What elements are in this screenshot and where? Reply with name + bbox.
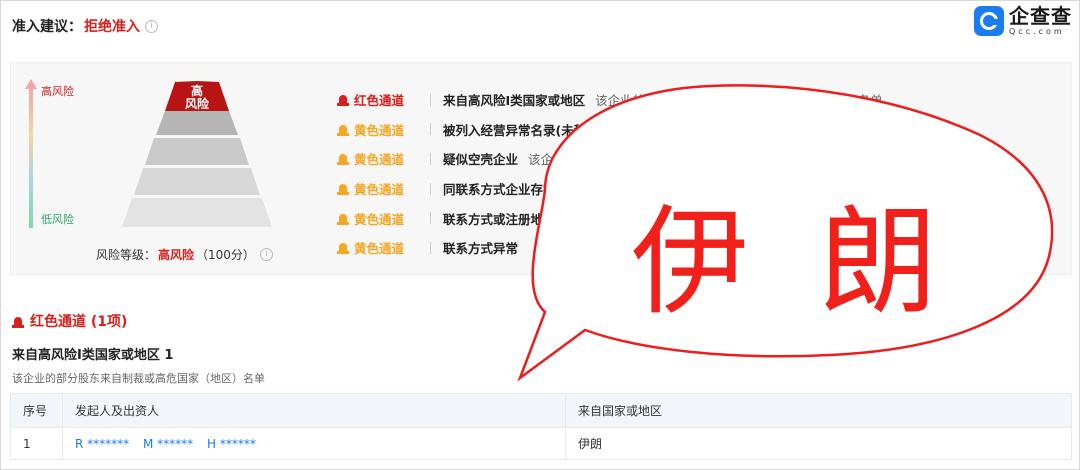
channel-title: 联系方式异常	[443, 241, 519, 257]
alarm-icon	[337, 123, 349, 136]
pyramid-level-4	[134, 168, 260, 195]
access-advice: 准入建议： 拒绝准入 i	[12, 16, 158, 36]
alarm-icon	[12, 315, 24, 328]
shareholder-table: 序号 发起人及出资人 来自国家或地区 1 R ******* M ****** …	[10, 393, 1072, 460]
channel-title: 联系方式或注册地	[443, 211, 544, 227]
risk-panel: 高风险 低风险 高 风险 风险等级： 高风险 （100分） i 红色通道 来自高…	[10, 62, 1072, 275]
channel-title: 来自高风险I类国家或地区	[443, 93, 586, 109]
person-link[interactable]: M ******	[143, 437, 193, 451]
scale-high-label: 高风险	[41, 85, 74, 98]
row-region: 伊朗	[565, 427, 1072, 460]
access-advice-value: 拒绝准入	[84, 19, 140, 35]
column-header: 来自国家或地区	[565, 393, 1072, 428]
channel-name: 黄色通道	[354, 211, 405, 227]
row-index: 1	[10, 427, 63, 460]
pyramid-level-2	[156, 111, 238, 135]
channel-name: 黄色通道	[354, 241, 405, 257]
section-sub-desc: 该企业的部分股东来自制裁或高危国家（地区）名单	[12, 372, 265, 385]
alarm-icon	[337, 152, 349, 166]
channel-item[interactable]: 黄色通道 联系方式异常	[337, 233, 883, 263]
access-advice-label: 准入建议：	[12, 19, 82, 35]
pyramid-level-5	[122, 198, 272, 227]
risk-level-value: 高风险	[158, 248, 195, 262]
channel-title: 同联系方式企业存在	[443, 182, 556, 198]
channel-item[interactable]: 红色通道 来自高风险I类国家或地区 该企业的部分股东来自制裁或高危国家（地区）名…	[337, 85, 883, 115]
channel-name: 黄色通道	[354, 182, 405, 198]
alarm-icon	[337, 93, 349, 107]
channel-desc: 该企业被列	[614, 122, 677, 138]
channel-title: 疑似空壳企业	[443, 152, 519, 168]
table-row: 1 R ******* M ****** H ****** 伊朗	[10, 427, 1072, 460]
alarm-icon	[337, 182, 349, 196]
alarm-icon	[337, 212, 349, 225]
person-link[interactable]: H ******	[207, 437, 256, 451]
column-header: 发起人及出资人	[62, 393, 566, 428]
qcc-logo[interactable]: 企查查 Qcc.com	[974, 5, 1072, 37]
qcc-logo-icon	[974, 6, 1004, 36]
channel-desc: 该企业存在7	[528, 152, 599, 168]
info-icon[interactable]: i	[259, 248, 273, 261]
section-sub-title: 来自高风险I类国家或地区 1	[12, 348, 174, 363]
section-heading-text: 红色通道 (1项)	[30, 314, 128, 330]
scale-low-label: 低风险	[41, 213, 74, 226]
risk-level-label: 风险等级：	[96, 248, 157, 262]
channel-name: 黄色通道	[354, 152, 405, 168]
pyramid-level-3	[145, 138, 249, 165]
channel-desc: 该企业的部分股东来自制裁或高危国家（地区）名单	[595, 93, 883, 109]
channel-name: 黄色通道	[354, 122, 405, 138]
risk-level-line: 风险等级： 高风险 （100分） i	[96, 246, 273, 263]
row-persons: R ******* M ****** H ******	[62, 427, 566, 460]
risk-score: （100分）	[196, 248, 255, 262]
channel-name: 红色通道	[354, 93, 405, 109]
channel-item[interactable]: 黄色通道 联系方式或注册地	[337, 203, 883, 233]
logo-text-en: Qcc.com	[1009, 27, 1065, 36]
alarm-icon	[337, 241, 349, 255]
table-header-row: 序号 发起人及出资人 来自国家或地区	[10, 393, 1072, 428]
channel-list: 红色通道 来自高风险I类国家或地区 该企业的部分股东来自制裁或高危国家（地区）名…	[337, 85, 883, 263]
channel-item[interactable]: 黄色通道 同联系方式企业存在	[337, 174, 883, 204]
risk-pyramid: 高 风险	[122, 81, 272, 227]
channel-item[interactable]: 黄色通道 疑似空壳企业 该企业存在7	[337, 144, 883, 174]
logo-text-cn: 企查查	[1009, 4, 1072, 28]
red-channel-section-heading: 红色通道 (1项)	[12, 311, 127, 331]
info-icon[interactable]: i	[145, 19, 158, 33]
pyramid-top-label-1: 高	[191, 83, 203, 98]
risk-scale-bar	[29, 88, 33, 228]
column-header: 序号	[10, 393, 63, 428]
pyramid-top-label-2: 风险	[185, 96, 210, 111]
person-link[interactable]: R *******	[75, 437, 129, 451]
channel-title: 被列入经营异常名录(未移出)	[443, 122, 605, 138]
channel-item[interactable]: 黄色通道 被列入经营异常名录(未移出) 该企业被列	[337, 115, 883, 145]
